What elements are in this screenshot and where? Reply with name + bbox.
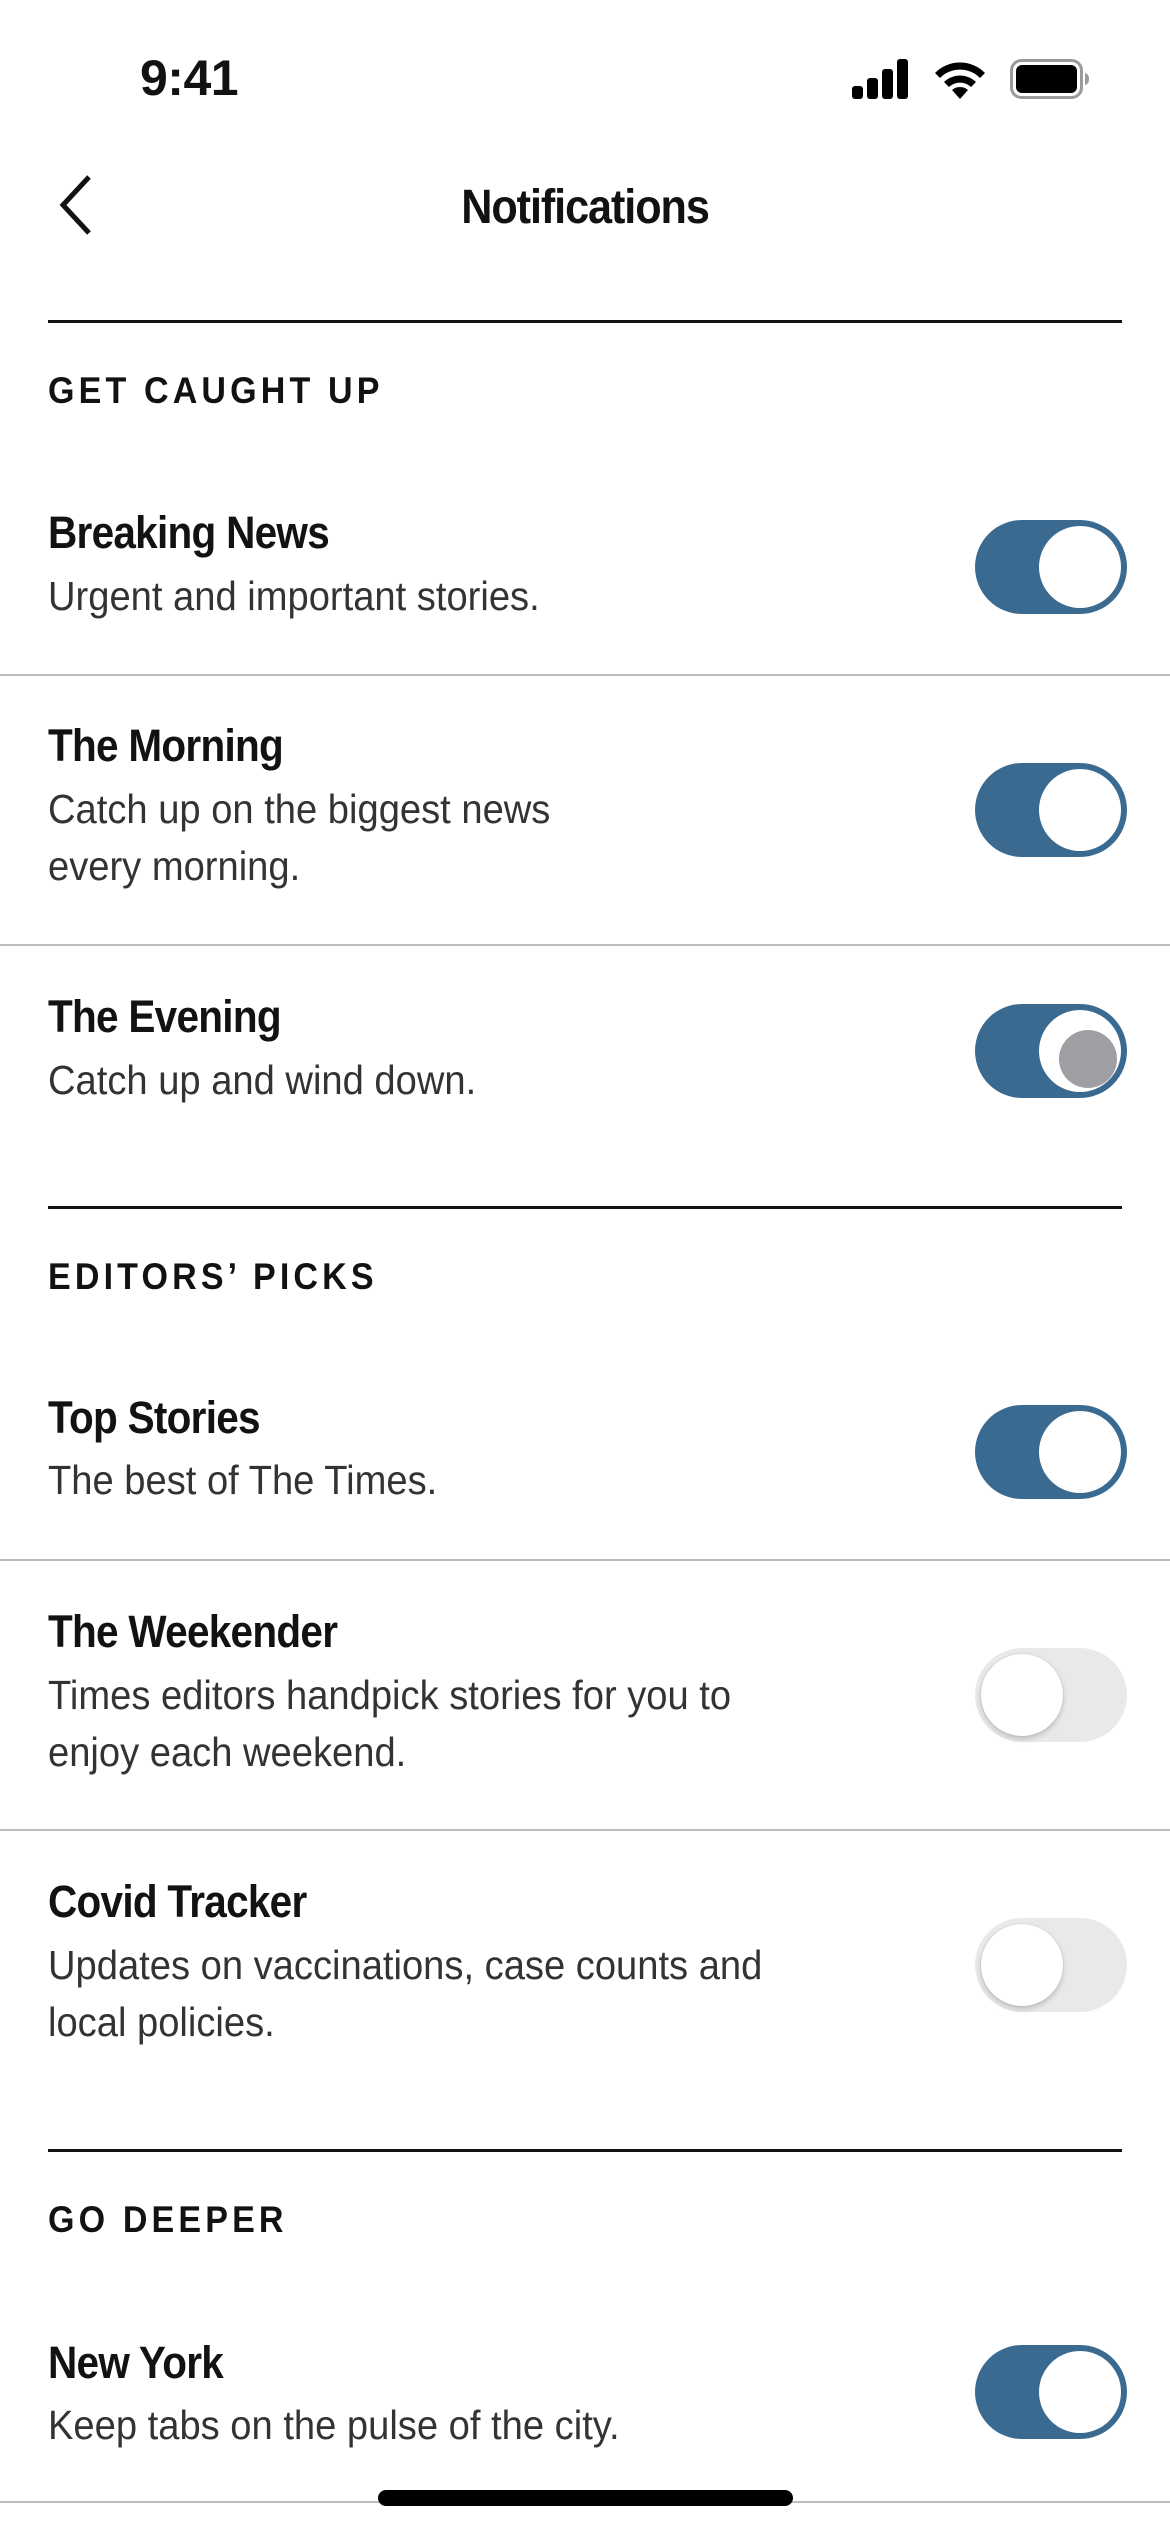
toggle-knob bbox=[1039, 2351, 1121, 2433]
description-line: Catch up and wind down. bbox=[48, 1057, 477, 1103]
item-description: Catch up and wind down. bbox=[48, 1052, 848, 1109]
item-title: The Evening bbox=[48, 991, 282, 1042]
status-icons bbox=[852, 58, 1090, 100]
item-title: New York bbox=[48, 2337, 224, 2388]
toggle-knob bbox=[981, 1654, 1063, 1736]
item-title: Breaking News bbox=[48, 507, 330, 558]
home-indicator[interactable] bbox=[378, 2490, 793, 2506]
toggle-new-york[interactable] bbox=[975, 2345, 1127, 2439]
description-line: Keep tabs on the pulse of the city. bbox=[48, 2402, 620, 2448]
toggle-covid-tracker[interactable] bbox=[975, 1918, 1127, 2012]
description-line: enjoy each weekend. bbox=[48, 1729, 407, 1775]
description-line: Updates on vaccinations, case counts and bbox=[48, 1942, 763, 1988]
item-description: Updates on vaccinations, case counts and… bbox=[48, 1937, 848, 2051]
row-separator bbox=[0, 674, 1170, 676]
toggle-top-stories[interactable] bbox=[975, 1405, 1127, 1499]
toggle-knob bbox=[1039, 526, 1121, 608]
section-header-get-caught-up: GET CAUGHT UP bbox=[48, 370, 384, 411]
toggle-knob bbox=[1039, 769, 1121, 851]
section-divider bbox=[48, 320, 1122, 323]
item-description: Urgent and important stories. bbox=[48, 568, 848, 625]
page-title: Notifications bbox=[461, 181, 710, 234]
row-separator bbox=[0, 944, 1170, 946]
row-separator bbox=[0, 1829, 1170, 1831]
item-title: Covid Tracker bbox=[48, 1876, 307, 1927]
section-header-editors-picks: EDITORS’ PICKS bbox=[48, 1256, 378, 1297]
toggle-the-morning[interactable] bbox=[975, 763, 1127, 857]
description-line: The best of The Times. bbox=[48, 1457, 438, 1503]
item-description: Keep tabs on the pulse of the city. bbox=[48, 2397, 848, 2454]
description-line: Times editors handpick stories for you t… bbox=[48, 1672, 732, 1718]
row-separator bbox=[0, 1559, 1170, 1561]
section-header-go-deeper: GO DEEPER bbox=[48, 2199, 288, 2240]
toggle-breaking-news[interactable] bbox=[975, 520, 1127, 614]
cellular-signal-icon bbox=[852, 59, 908, 99]
wifi-icon bbox=[935, 62, 985, 99]
status-time: 9:41 bbox=[140, 50, 239, 106]
section-divider bbox=[48, 1206, 1122, 1209]
section-divider bbox=[48, 2149, 1122, 2152]
item-title: The Morning bbox=[48, 720, 284, 771]
description-line: every morning. bbox=[48, 843, 301, 889]
description-line: Urgent and important stories. bbox=[48, 573, 540, 619]
battery-icon bbox=[1010, 59, 1089, 99]
item-description: The best of The Times. bbox=[48, 1452, 848, 1509]
item-title: Top Stories bbox=[48, 1392, 261, 1443]
toggle-knob bbox=[1039, 1411, 1121, 1493]
item-description: Catch up on the biggest news every morni… bbox=[48, 781, 848, 895]
description-line: Catch up on the biggest news bbox=[48, 786, 551, 832]
touch-indicator bbox=[1059, 1030, 1117, 1088]
toggle-knob bbox=[981, 1924, 1063, 2006]
item-title: The Weekender bbox=[48, 1606, 338, 1657]
toggle-the-weekender[interactable] bbox=[975, 1648, 1127, 1742]
toggle-the-evening[interactable] bbox=[975, 1004, 1127, 1098]
description-line: local policies. bbox=[48, 1999, 275, 2045]
item-description: Times editors handpick stories for you t… bbox=[48, 1667, 848, 1781]
